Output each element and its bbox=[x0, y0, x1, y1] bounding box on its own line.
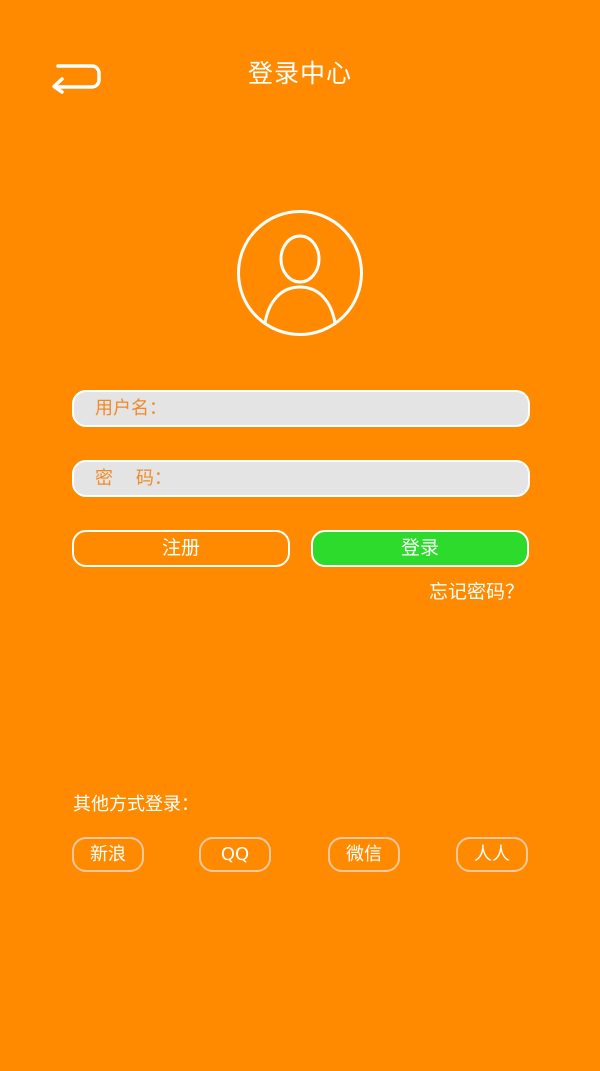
qq-login-button[interactable]: QQ bbox=[199, 837, 271, 872]
username-label: 用户名： bbox=[95, 398, 167, 419]
password-input[interactable] bbox=[184, 462, 514, 495]
other-login-title: 其他方式登录： bbox=[73, 794, 199, 815]
register-button[interactable]: 注册 bbox=[72, 530, 290, 567]
page-title: 登录中心 bbox=[247, 59, 352, 88]
username-field[interactable]: 用户名： bbox=[72, 390, 530, 427]
password-label: 密 码： bbox=[95, 468, 172, 489]
avatar bbox=[236, 209, 364, 337]
user-avatar-icon bbox=[237, 210, 363, 336]
login-screen: 登录中心 用户名： 密 码： 注册 登录 忘记密码？ 其他方式登录： 新浪 QQ… bbox=[0, 0, 600, 1071]
forgot-password-link[interactable]: 忘记密码？ bbox=[429, 578, 524, 606]
login-button[interactable]: 登录 bbox=[311, 530, 529, 567]
password-field[interactable]: 密 码： bbox=[72, 460, 530, 497]
username-input[interactable] bbox=[184, 392, 514, 425]
wechat-login-button[interactable]: 微信 bbox=[328, 837, 400, 872]
renren-login-button[interactable]: 人人 bbox=[456, 837, 528, 872]
sina-login-button[interactable]: 新浪 bbox=[72, 837, 144, 872]
